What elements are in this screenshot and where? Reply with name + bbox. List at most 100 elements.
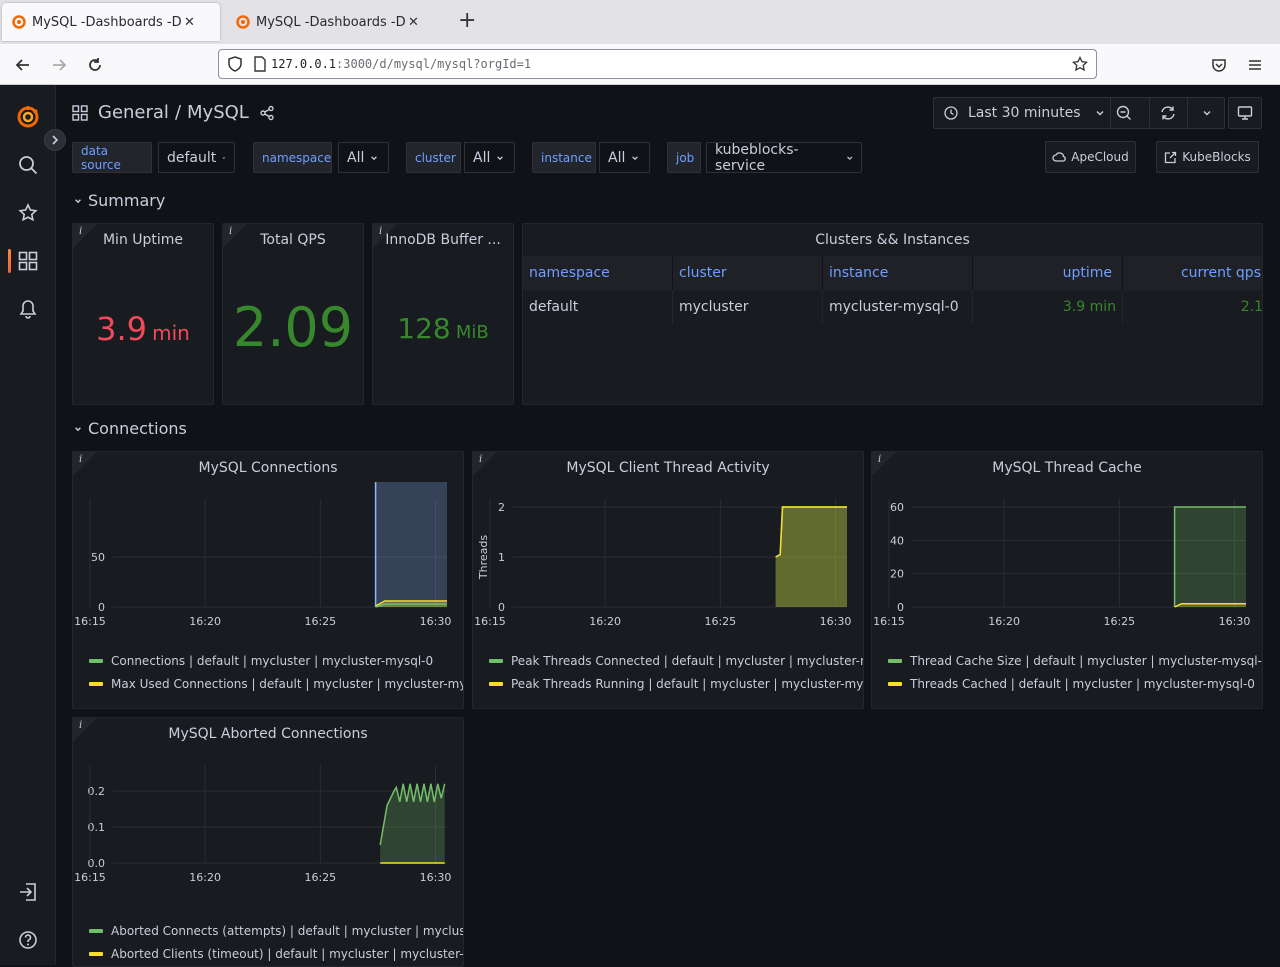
y-tick-label: 0: [897, 601, 904, 614]
browser-tab[interactable]: MySQL -Dashboards -Dashboards - Grafana …: [226, 3, 444, 41]
dashboard-grid-icon: [72, 104, 88, 121]
x-tick-label: 16:30: [1219, 615, 1251, 628]
legend-item[interactable]: Aborted Clients (timeout) | default | my…: [89, 947, 463, 961]
y-tick-label: 20: [890, 568, 904, 581]
close-tab-icon[interactable]: ✕: [408, 15, 419, 30]
stat-panel-min-uptime: i Min Uptime 3.9 min: [72, 223, 214, 405]
y-tick-label: 50: [91, 551, 105, 564]
back-icon[interactable]: [11, 53, 35, 77]
legend-label: Max Used Connections | default | myclust…: [111, 677, 464, 691]
page-title[interactable]: MySQL: [187, 102, 249, 123]
starred-icon[interactable]: [0, 193, 56, 233]
aborted-connections-chart[interactable]: 0.00.10.216:0516:1016:1516:2016:2516:30: [73, 748, 464, 928]
row-summary[interactable]: Summary: [74, 191, 165, 210]
pocket-icon[interactable]: [1207, 53, 1231, 77]
url-path: :3000/d/mysql/mysql?orgId=1: [336, 57, 532, 71]
column-header[interactable]: cluster: [673, 256, 823, 290]
chevron-down-icon: [222, 156, 226, 159]
threads-chart[interactable]: 01216:0516:1016:1516:2016:2516:30Threads: [473, 482, 864, 662]
help-icon[interactable]: [0, 920, 56, 960]
browser-tab[interactable]: MySQL -Dashboards -Dashboards - Grafana …: [2, 3, 220, 41]
breadcrumb-folder[interactable]: General: [98, 102, 169, 123]
legend-item[interactable]: Thread Cache Size | default | mycluster …: [888, 654, 1262, 668]
connections-chart[interactable]: 05016:0516:1016:1516:2016:2516:30: [73, 482, 464, 662]
legend-label: Peak Threads Running | default | myclust…: [511, 677, 864, 691]
zoom-out-icon[interactable]: [1116, 105, 1132, 121]
clock-icon: [944, 106, 958, 120]
external-link-icon: [1165, 151, 1177, 163]
active-indicator: [8, 249, 11, 273]
url-bar[interactable]: 127.0.0.1:3000/d/mysql/mysql?orgId=1: [218, 49, 1097, 79]
divider: [1187, 98, 1188, 128]
table-cell: 3.9 min: [973, 290, 1123, 324]
legend-item[interactable]: Aborted Connects (attempts) | default | …: [89, 924, 463, 938]
dashboards-icon[interactable]: [0, 241, 56, 281]
table-cell: default: [523, 290, 673, 324]
browser-tab-title: MySQL -Dashboards -Dashboards - Grafana: [256, 14, 406, 30]
apecloud-link-button[interactable]: ApeCloud: [1045, 141, 1136, 173]
refresh-icon[interactable]: [1160, 105, 1176, 121]
chevron-down-icon: [846, 155, 852, 160]
share-icon[interactable]: [259, 105, 275, 121]
column-header[interactable]: uptime: [973, 256, 1123, 290]
stat-unit: MiB: [455, 322, 489, 343]
table-header: namespace cluster instance uptime curren…: [523, 256, 1262, 290]
shield-icon[interactable]: [227, 56, 243, 72]
var-select-instance[interactable]: All: [599, 142, 650, 173]
kubeblocks-link-button[interactable]: KubeBlocks: [1156, 141, 1259, 173]
legend-item[interactable]: Peak Threads Connected | default | myclu…: [489, 654, 863, 668]
table-panel-clusters: Clusters && Instances namespace cluster …: [522, 223, 1263, 405]
reload-icon[interactable]: [83, 53, 107, 77]
x-tick-label: 16:30: [420, 871, 452, 884]
y-tick-label: 1: [498, 551, 505, 564]
legend-label: Connections | default | mycluster | mycl…: [111, 654, 434, 668]
chevron-down-icon: [497, 155, 504, 160]
graph-panel-aborted-connections: i MySQL Aborted Connections 0.0 0.1 0.2 16:…: [72, 717, 464, 967]
alerting-bell-icon[interactable]: [0, 289, 56, 329]
stat-number: 3.9: [96, 310, 148, 348]
var-select-cluster[interactable]: All: [464, 142, 515, 173]
grafana-favicon-icon: [12, 15, 26, 29]
x-tick-label: 16:15: [474, 615, 506, 628]
column-header[interactable]: instance: [823, 256, 973, 290]
close-tab-icon[interactable]: ✕: [184, 15, 195, 30]
column-header[interactable]: namespace: [523, 256, 673, 290]
menu-icon[interactable]: [1243, 53, 1267, 77]
bookmark-star-icon[interactable]: [1072, 56, 1088, 72]
forward-icon[interactable]: [47, 53, 71, 77]
legend-item[interactable]: Connections | default | mycluster | mycl…: [89, 654, 433, 668]
x-tick-label: 16:15: [873, 615, 905, 628]
panel-title: Min Uptime: [102, 232, 184, 248]
page-info-icon[interactable]: [253, 56, 267, 72]
tv-mode-icon[interactable]: [1228, 97, 1262, 129]
stat-value: 2.09: [232, 296, 354, 359]
var-select-datasource[interactable]: default: [158, 142, 235, 173]
var-value-text: kubeblocks-service: [715, 141, 799, 174]
refresh-picker[interactable]: [1149, 97, 1225, 129]
var-select-namespace[interactable]: All: [338, 142, 389, 173]
legend-item[interactable]: Max Used Connections | default | myclust…: [89, 677, 464, 691]
var-label-job: job: [667, 142, 701, 173]
panel-title: Clusters && Instances: [815, 232, 970, 248]
chevron-down-icon[interactable]: [1202, 108, 1212, 118]
x-tick-label: 16:20: [589, 615, 621, 628]
kubeblocks-link-label: KubeBlocks: [1182, 150, 1251, 164]
search-icon[interactable]: [0, 145, 56, 185]
legend-swatch: [89, 659, 103, 663]
column-header[interactable]: current qps: [1123, 256, 1262, 290]
y-tick-label: 60: [890, 501, 904, 514]
x-tick-label: 16:20: [988, 615, 1020, 628]
legend-item[interactable]: Threads Cached | default | mycluster | m…: [888, 677, 1255, 691]
var-select-job[interactable]: kubeblocks-service: [706, 141, 862, 174]
sign-in-icon[interactable]: [0, 872, 56, 912]
breadcrumb-separator: /: [174, 102, 182, 123]
row-connections[interactable]: Connections: [74, 419, 187, 438]
chevron-down-icon: [632, 155, 639, 160]
panel-title: InnoDB Buffer ...: [385, 232, 501, 248]
time-range-picker[interactable]: Last 30 minutes: [933, 97, 1166, 129]
legend-item[interactable]: Peak Threads Running | default | myclust…: [489, 677, 864, 691]
stat-number: 128: [397, 312, 451, 345]
thread-cache-chart[interactable]: 020406016:0516:1016:1516:2016:2516:30: [872, 482, 1263, 662]
new-tab-icon[interactable]: +: [458, 9, 476, 33]
expand-sidebar-icon[interactable]: [44, 129, 66, 151]
